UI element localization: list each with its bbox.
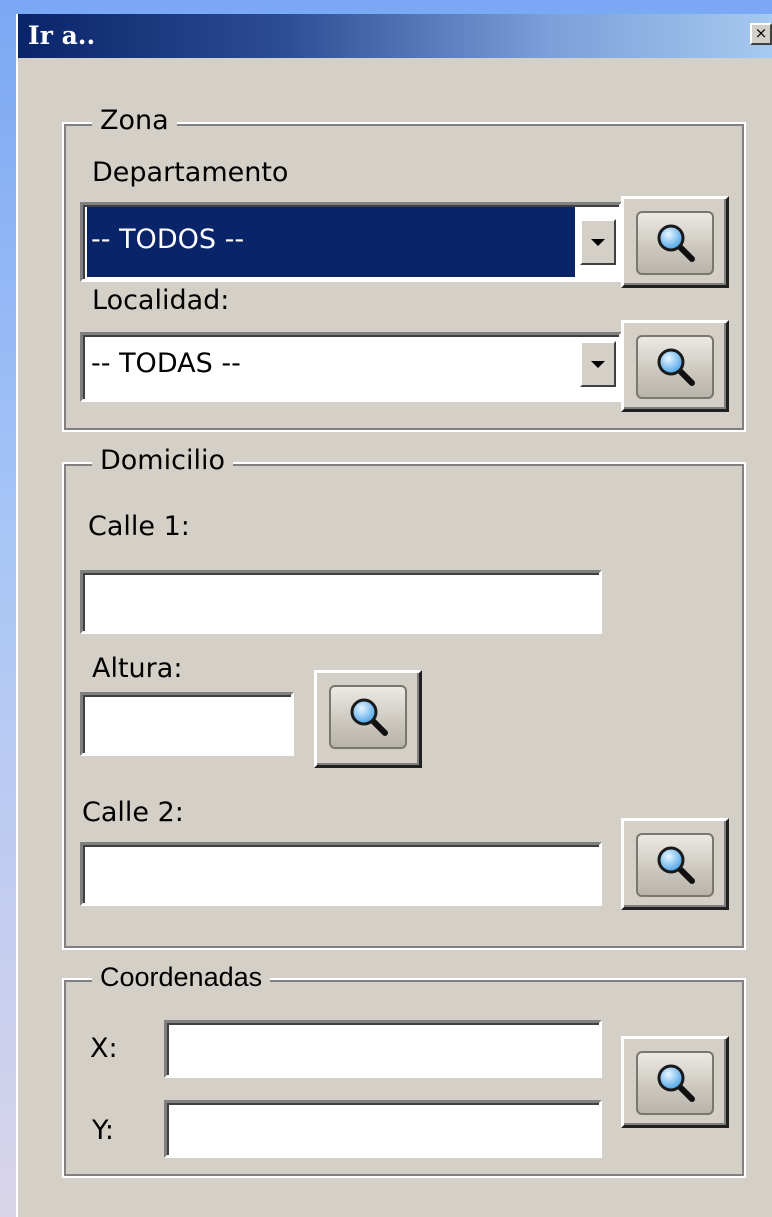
x-label: X: xyxy=(90,1033,118,1064)
y-label: Y: xyxy=(92,1115,115,1146)
search-localidad-button[interactable] xyxy=(621,320,729,412)
localidad-dropdown-button[interactable] xyxy=(580,341,616,387)
search-calle2-button[interactable] xyxy=(621,818,729,910)
localidad-label: Localidad: xyxy=(92,285,230,316)
search-icon-frame xyxy=(636,335,714,399)
y-input[interactable] xyxy=(164,1100,602,1158)
close-icon: × xyxy=(754,24,768,42)
search-altura-button[interactable] xyxy=(314,670,422,768)
search-icon-frame xyxy=(636,1051,714,1115)
coordenadas-legend: Coordenadas xyxy=(92,960,271,994)
search-icon-frame xyxy=(329,685,407,749)
search-icon xyxy=(657,846,695,884)
chevron-down-icon xyxy=(591,239,605,246)
calle2-input[interactable] xyxy=(80,842,602,906)
search-icon xyxy=(657,224,695,262)
departamento-label: Departamento xyxy=(92,157,289,188)
search-icon xyxy=(350,698,388,736)
altura-input[interactable] xyxy=(80,692,294,756)
search-icon xyxy=(657,348,695,386)
departamento-select[interactable]: -- TODOS -- xyxy=(80,202,622,282)
search-coordenadas-button[interactable] xyxy=(621,1036,729,1128)
calle1-label: Calle 1: xyxy=(88,511,190,542)
search-icon xyxy=(657,1064,695,1102)
close-button[interactable]: × xyxy=(750,23,772,45)
departamento-value: -- TODOS -- xyxy=(91,224,245,255)
zona-legend: Zona xyxy=(92,104,177,138)
search-departamento-button[interactable] xyxy=(621,196,729,288)
localidad-select[interactable]: -- TODAS -- xyxy=(80,332,622,402)
x-input[interactable] xyxy=(164,1020,602,1078)
title-bar[interactable]: Ir a.. × xyxy=(18,14,772,58)
calle1-input[interactable] xyxy=(80,570,602,634)
domicilio-legend: Domicilio xyxy=(92,444,233,478)
window-title: Ir a.. xyxy=(28,21,96,50)
go-to-dialog: Ir a.. × Zona Departamento -- TODOS -- L… xyxy=(16,14,772,1217)
search-icon-frame xyxy=(636,211,714,275)
localidad-value: -- TODAS -- xyxy=(91,348,241,379)
chevron-down-icon xyxy=(591,361,605,368)
calle2-label: Calle 2: xyxy=(82,797,184,828)
search-icon-frame xyxy=(636,833,714,897)
departamento-dropdown-button[interactable] xyxy=(580,219,616,265)
altura-label: Altura: xyxy=(92,653,183,684)
